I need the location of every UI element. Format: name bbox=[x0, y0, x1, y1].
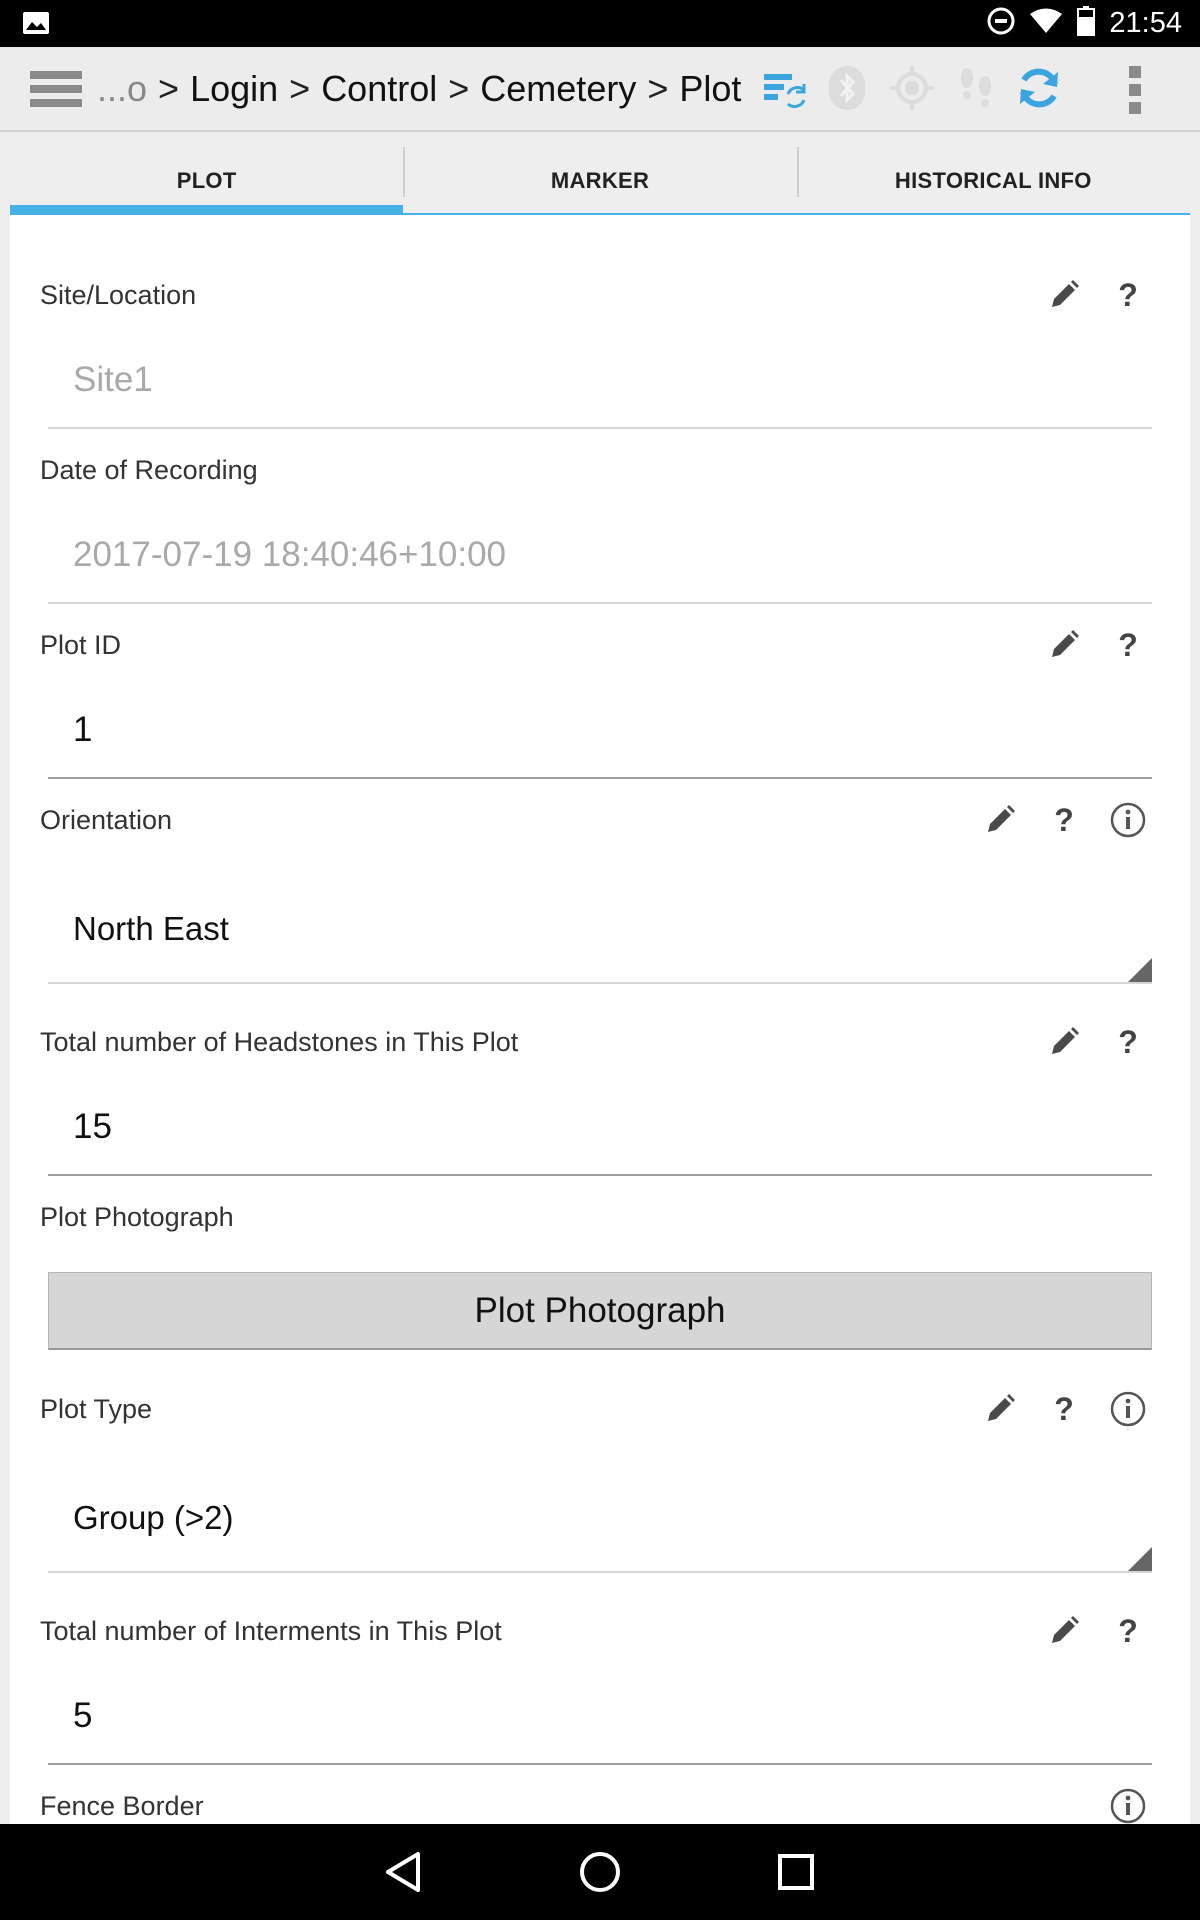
total-headstones-value: 15 bbox=[73, 1107, 112, 1146]
action-bar: ...o > Login > Control > Cemetery > Plot bbox=[0, 47, 1200, 132]
refresh-icon[interactable] bbox=[1015, 64, 1063, 117]
breadcrumb-item-login[interactable]: Login bbox=[190, 68, 278, 110]
pencil-icon[interactable] bbox=[1040, 1018, 1088, 1066]
tab-label: MARKER bbox=[550, 168, 650, 193]
menu-icon[interactable] bbox=[30, 67, 82, 116]
help-icon[interactable]: ? bbox=[1104, 271, 1152, 319]
site-location-value: Site1 bbox=[73, 360, 153, 399]
tab-marker[interactable]: MARKER bbox=[403, 147, 797, 215]
help-icon[interactable]: ? bbox=[1104, 1607, 1152, 1655]
tab-bar: PLOT MARKER HISTORICAL INFO bbox=[10, 147, 1190, 215]
pencil-icon[interactable] bbox=[1040, 1607, 1088, 1655]
pencil-icon[interactable] bbox=[976, 796, 1024, 844]
help-icon[interactable]: ? bbox=[1040, 1385, 1088, 1433]
date-of-recording-value: 2017-07-19 18:40:46+10:00 bbox=[73, 535, 507, 574]
image-notification-icon bbox=[22, 11, 50, 40]
breadcrumb-item-cemetery[interactable]: Cemetery bbox=[480, 68, 636, 110]
total-headstones-field[interactable]: 15 bbox=[48, 1087, 1152, 1176]
breadcrumb-item-control[interactable]: Control bbox=[321, 68, 437, 110]
pencil-icon[interactable] bbox=[1040, 271, 1088, 319]
site-location-label: Site/Location bbox=[40, 280, 197, 310]
total-interments-field[interactable]: 5 bbox=[48, 1676, 1152, 1765]
date-of-recording-row: Date of Recording bbox=[40, 440, 1160, 500]
plot-id-field[interactable]: 1 bbox=[48, 690, 1152, 779]
breadcrumb-separator: > bbox=[448, 67, 470, 109]
total-interments-label: Total number of Interments in This Plot bbox=[40, 1616, 502, 1646]
tab-historical-info[interactable]: HISTORICAL INFO bbox=[796, 147, 1190, 215]
orientation-row: Orientation ? bbox=[40, 790, 1160, 850]
help-icon[interactable]: ? bbox=[1104, 621, 1152, 669]
footsteps-icon[interactable] bbox=[952, 64, 1000, 117]
info-icon[interactable] bbox=[1104, 1385, 1152, 1433]
site-location-field[interactable]: Site1 bbox=[48, 340, 1152, 429]
plot-id-label: Plot ID bbox=[40, 630, 122, 660]
help-icon[interactable]: ? bbox=[1104, 1018, 1152, 1066]
breadcrumb-item-plot: Plot bbox=[679, 67, 742, 109]
sync-records-icon[interactable] bbox=[760, 64, 808, 117]
plot-type-dropdown[interactable]: Group (>2) bbox=[48, 1454, 1152, 1573]
plot-type-label: Plot Type bbox=[40, 1394, 153, 1424]
status-bar: 21:54 bbox=[0, 0, 1200, 47]
pencil-icon[interactable] bbox=[976, 1385, 1024, 1433]
tab-label: HISTORICAL INFO bbox=[894, 168, 1092, 193]
back-icon[interactable] bbox=[380, 1848, 428, 1896]
breadcrumb-ellipsis[interactable]: ...o bbox=[97, 68, 147, 110]
orientation-label: Orientation bbox=[40, 805, 173, 835]
pencil-icon[interactable] bbox=[1040, 621, 1088, 669]
breadcrumb-separator: > bbox=[647, 67, 669, 109]
help-icon[interactable]: ? bbox=[1040, 796, 1088, 844]
do-not-disturb-icon bbox=[987, 7, 1015, 40]
site-location-row: Site/Location ? bbox=[40, 265, 1160, 325]
tab-label: PLOT bbox=[176, 168, 237, 193]
total-interments-row: Total number of Interments in This Plot … bbox=[40, 1601, 1160, 1661]
date-of-recording-label: Date of Recording bbox=[40, 455, 258, 485]
info-icon[interactable] bbox=[1104, 796, 1152, 844]
plot-photograph-button[interactable]: Plot Photograph bbox=[48, 1272, 1152, 1350]
breadcrumb-separator: > bbox=[289, 67, 311, 109]
home-icon[interactable] bbox=[576, 1848, 624, 1896]
bluetooth-icon[interactable] bbox=[823, 64, 871, 117]
navigation-bar bbox=[0, 1824, 1200, 1920]
plot-id-value: 1 bbox=[73, 710, 93, 749]
plot-form: Site/Location ? Site1 Date of Recording … bbox=[10, 215, 1190, 1824]
plot-type-row: Plot Type ? bbox=[40, 1379, 1160, 1439]
tab-indicator bbox=[10, 205, 404, 215]
dropdown-caret-icon bbox=[1128, 1547, 1152, 1571]
orientation-value: North East bbox=[73, 910, 229, 947]
breadcrumb-separator: > bbox=[158, 67, 180, 109]
gps-icon[interactable] bbox=[888, 64, 936, 117]
dropdown-caret-icon bbox=[1128, 958, 1152, 982]
info-icon[interactable] bbox=[1104, 1782, 1152, 1824]
wifi-icon bbox=[1029, 8, 1063, 39]
plot-photograph-label: Plot Photograph bbox=[40, 1202, 234, 1232]
date-of-recording-field[interactable]: 2017-07-19 18:40:46+10:00 bbox=[48, 515, 1152, 604]
orientation-dropdown[interactable]: North East bbox=[48, 865, 1152, 984]
overflow-menu-icon[interactable] bbox=[1125, 64, 1145, 121]
plot-type-value: Group (>2) bbox=[73, 1499, 234, 1536]
battery-icon bbox=[1077, 6, 1096, 41]
total-headstones-label: Total number of Headstones in This Plot bbox=[40, 1027, 519, 1057]
plot-id-row: Plot ID ? bbox=[40, 615, 1160, 675]
status-time: 21:54 bbox=[1109, 7, 1182, 39]
tab-plot[interactable]: PLOT bbox=[10, 147, 404, 215]
plot-photograph-row: Plot Photograph bbox=[40, 1187, 1160, 1247]
total-headstones-row: Total number of Headstones in This Plot … bbox=[40, 1012, 1160, 1072]
fence-border-row: Fence Border bbox=[40, 1776, 1160, 1824]
total-interments-value: 5 bbox=[73, 1696, 93, 1735]
breadcrumb: ...o > Login > Control > Cemetery > Plot bbox=[97, 47, 741, 130]
fence-border-label: Fence Border bbox=[40, 1791, 204, 1821]
recents-icon[interactable] bbox=[772, 1848, 820, 1896]
